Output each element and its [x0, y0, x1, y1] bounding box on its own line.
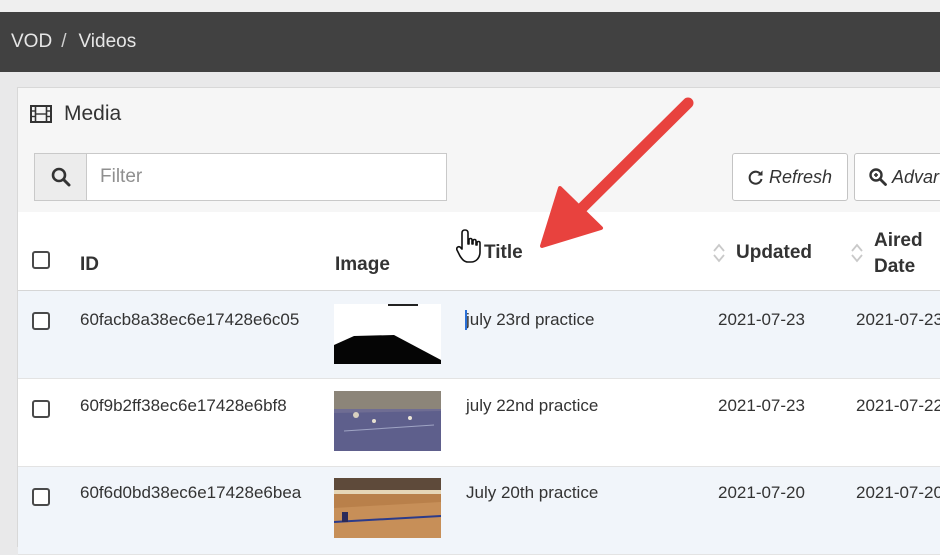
refresh-button[interactable]: Refresh: [732, 153, 848, 201]
film-icon: [30, 105, 52, 123]
row-aired: 2021-07-23: [856, 310, 940, 329]
row-updated: 2021-07-23: [718, 396, 805, 415]
refresh-label: Refresh: [769, 166, 833, 187]
breadcrumb: VOD / Videos: [0, 12, 940, 72]
hand-cursor-icon: [456, 229, 481, 263]
advanced-search-button[interactable]: Advar: [854, 153, 940, 201]
search-icon: [51, 167, 70, 187]
text-caret: [465, 310, 467, 330]
search-button[interactable]: [34, 153, 87, 201]
video-thumbnail[interactable]: [334, 391, 441, 451]
breadcrumb-root[interactable]: VOD: [11, 31, 52, 53]
row-checkbox[interactable]: [32, 400, 50, 418]
video-thumbnail[interactable]: [334, 304, 441, 364]
column-title[interactable]: Title: [484, 242, 523, 264]
table-row[interactable]: 60f9b2ff38ec6e17428e6bf8 july 22nd pract…: [18, 379, 940, 467]
row-aired: 2021-07-22: [856, 396, 940, 415]
column-aired-date[interactable]: Aired Date: [874, 228, 923, 280]
sort-icon[interactable]: [713, 242, 725, 264]
top-strip: [0, 0, 940, 12]
row-title[interactable]: July 20th practice: [466, 483, 598, 503]
column-updated[interactable]: Updated: [736, 242, 812, 264]
toolbar: Refresh Advar: [18, 140, 940, 213]
panel-title: Media: [64, 102, 122, 125]
table-row[interactable]: 60f6d0bd38ec6e17428e6bea July 20th pract…: [18, 467, 940, 555]
refresh-icon: [748, 170, 763, 185]
breadcrumb-current: Videos: [78, 31, 137, 52]
table-row[interactable]: 60facb8a38ec6e17428e6c05 july 23rd pract…: [18, 291, 940, 379]
sort-icon[interactable]: [851, 242, 863, 264]
breadcrumb-separator: /: [61, 31, 67, 52]
row-updated: 2021-07-23: [718, 310, 805, 329]
column-aired-line1: Aired: [874, 230, 923, 251]
select-all-checkbox[interactable]: [32, 251, 50, 269]
row-title[interactable]: july 23rd practice: [465, 310, 595, 330]
media-panel: Media Refresh Advar: [17, 87, 940, 555]
row-title[interactable]: july 22nd practice: [466, 396, 598, 416]
row-updated: 2021-07-20: [718, 483, 805, 502]
row-checkbox[interactable]: [32, 488, 50, 506]
video-thumbnail[interactable]: [334, 478, 441, 538]
row-id: 60facb8a38ec6e17428e6c05: [80, 310, 300, 329]
column-image: Image: [335, 254, 390, 275]
row-aired: 2021-07-20: [856, 483, 940, 502]
zoom-search-icon: [869, 168, 887, 186]
column-aired-line2: Date: [874, 256, 916, 277]
row-id: 60f9b2ff38ec6e17428e6bf8: [80, 396, 287, 415]
filter-input[interactable]: [86, 153, 447, 201]
advanced-search-label: Advar: [892, 166, 940, 187]
row-id: 60f6d0bd38ec6e17428e6bea: [80, 483, 302, 502]
panel-header: Media: [18, 88, 940, 141]
row-checkbox[interactable]: [32, 312, 50, 330]
column-id: ID: [80, 254, 99, 275]
